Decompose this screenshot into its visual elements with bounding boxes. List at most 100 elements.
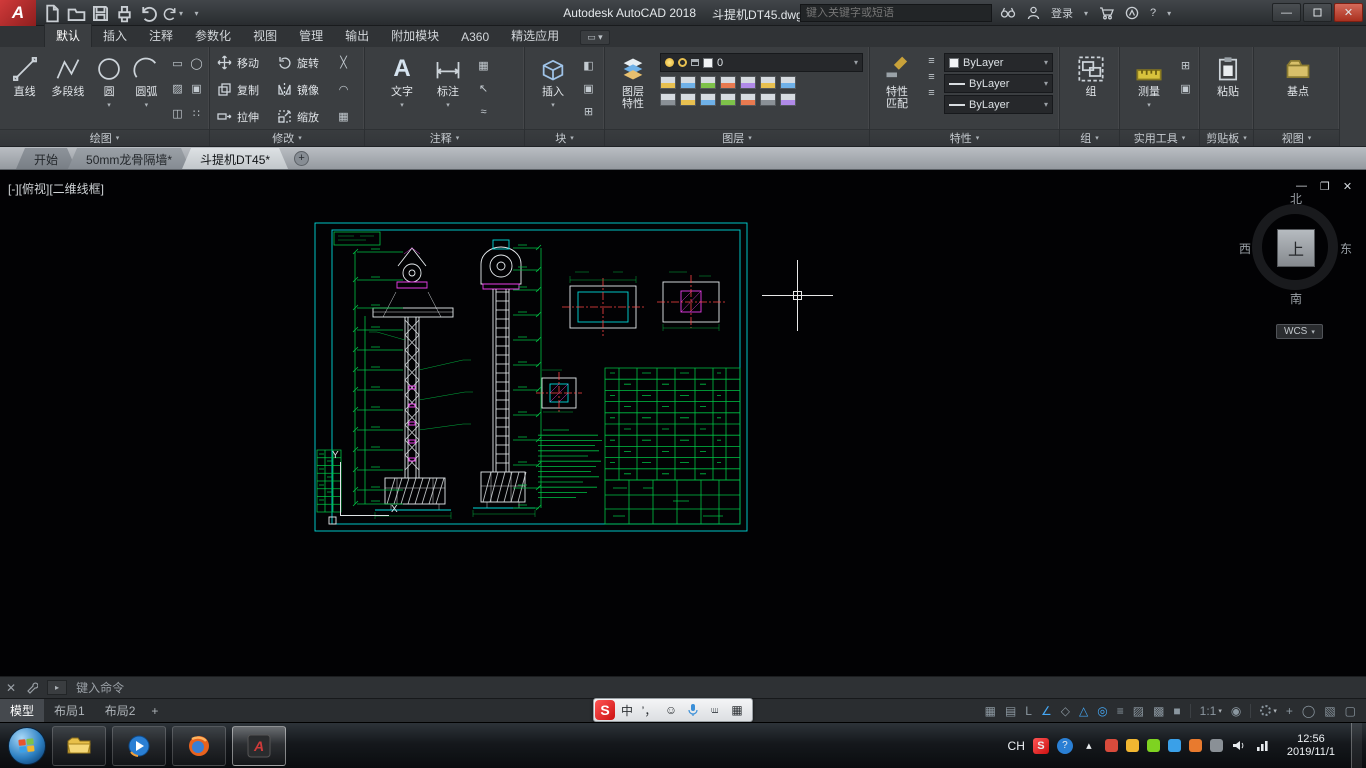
search-input[interactable]	[806, 7, 986, 19]
layout-tab-layout1[interactable]: 布局1	[44, 699, 95, 722]
tray-icon[interactable]	[1147, 739, 1160, 752]
arc-button[interactable]: 圆弧 ▾	[127, 50, 166, 129]
start-button[interactable]	[8, 727, 46, 765]
mirror-button[interactable]: 镜像	[275, 82, 335, 98]
redo-button[interactable]: ▾	[162, 3, 183, 23]
paste-button[interactable]: 粘贴	[1205, 50, 1251, 129]
app-store-cart-icon[interactable]	[1099, 6, 1114, 20]
scale-button[interactable]: 缩放	[275, 109, 335, 125]
new-layout-button[interactable]: +	[145, 704, 164, 718]
layer-tool-icon[interactable]	[780, 76, 796, 89]
ime-mic-icon[interactable]	[683, 700, 703, 720]
command-line[interactable]: ✕ ▸ 键入命令	[0, 676, 1366, 698]
graphics-performance-icon[interactable]: ▧	[1324, 704, 1335, 718]
panel-modify-label[interactable]: 修改▾	[210, 129, 364, 146]
transparency-toggle-icon[interactable]: ▨	[1133, 704, 1144, 718]
taskbar-media-player-button[interactable]	[112, 726, 166, 766]
text-style-icon[interactable]: ≈	[475, 103, 492, 120]
tray-icon[interactable]	[1126, 739, 1139, 752]
layer-tool-icon[interactable]	[680, 76, 696, 89]
object-snap-tracking-icon[interactable]: △	[1079, 704, 1088, 718]
layer-tool-icon[interactable]	[740, 93, 756, 106]
annotation-scale-button[interactable]: 1:1▾	[1200, 704, 1222, 718]
help-tray-icon[interactable]: ?	[1057, 738, 1073, 754]
tab-output[interactable]: 输出	[334, 24, 380, 47]
open-file-button[interactable]	[66, 3, 87, 23]
viewport-controls-label[interactable]: [-][俯视][二维线框]	[8, 180, 104, 197]
panel-annotate-label[interactable]: 注释▾	[365, 129, 524, 146]
annotation-visibility-icon[interactable]: ◉	[1231, 704, 1241, 718]
layer-tool-icon[interactable]	[780, 93, 796, 106]
dimension-button[interactable]: 标注 ▾	[425, 50, 471, 129]
tab-a360[interactable]: A360	[450, 27, 500, 47]
measure-button[interactable]: 测量 ▾	[1125, 50, 1173, 129]
group-button[interactable]: 组	[1067, 50, 1115, 129]
taskbar-autocad-button[interactable]: A	[232, 726, 286, 766]
taskbar-browser-button[interactable]	[172, 726, 226, 766]
panel-layers-label[interactable]: 图层▾	[605, 129, 869, 146]
panel-clipboard-label[interactable]: 剪贴板▾	[1200, 129, 1253, 146]
layer-tool-icon[interactable]	[700, 76, 716, 89]
ortho-toggle-icon[interactable]: L	[1025, 704, 1032, 718]
rectangle-icon[interactable]: ▭	[169, 55, 186, 72]
customize-qat-button[interactable]: ▾	[186, 3, 207, 23]
fillet-icon[interactable]: ◠	[335, 81, 352, 98]
sogou-logo-icon[interactable]: S	[595, 700, 615, 720]
drawing-close-icon[interactable]: ✕	[1343, 180, 1352, 193]
tab-featured-apps[interactable]: 精选应用	[500, 24, 570, 47]
help-search[interactable]	[800, 4, 992, 22]
language-indicator[interactable]: CH	[1008, 739, 1025, 753]
list-icon[interactable]: ≡	[923, 55, 940, 67]
clean-screen-icon[interactable]: ▢	[1345, 704, 1356, 718]
tray-icon[interactable]	[1168, 739, 1181, 752]
file-tab-doc2[interactable]: 斗提机DT45*	[182, 148, 288, 169]
ellipse-icon[interactable]: ◯	[188, 55, 205, 72]
layer-tool-icon[interactable]	[720, 93, 736, 106]
move-button[interactable]: 移动	[215, 55, 275, 71]
layer-tool-icon[interactable]	[760, 93, 776, 106]
drawing-restore-icon[interactable]: ❐	[1320, 180, 1330, 193]
viewcube-top-face[interactable]: 上	[1277, 229, 1315, 267]
signin-person-icon[interactable]	[1027, 6, 1040, 20]
ime-language-toggle[interactable]: 中	[617, 700, 637, 720]
array-icon[interactable]: ▦	[335, 108, 352, 125]
edit-block-icon[interactable]: ▣	[580, 80, 597, 97]
object-snap-icon[interactable]: ◎	[1097, 704, 1107, 718]
linetype-combo[interactable]: ByLayer ▾	[944, 95, 1053, 114]
plus-icon[interactable]: +	[1286, 704, 1293, 718]
ime-keyboard-icon[interactable]	[705, 700, 725, 720]
rotate-button[interactable]: 旋转	[275, 55, 335, 71]
base-point-button[interactable]: 基点	[1271, 50, 1325, 129]
tab-annotate[interactable]: 注释	[138, 24, 184, 47]
tab-addins[interactable]: 附加模块	[380, 24, 450, 47]
panel-utilities-label[interactable]: 实用工具▾	[1120, 129, 1199, 146]
create-block-icon[interactable]: ◧	[580, 57, 597, 74]
taskbar-clock[interactable]: 12:56 2019/11/1	[1279, 733, 1343, 759]
hidden-icons-arrow[interactable]: ▴	[1081, 738, 1097, 754]
viewcube-west[interactable]: 西	[1239, 240, 1251, 257]
leader-icon[interactable]: ↖	[475, 80, 492, 97]
table-icon[interactable]: ▦	[475, 57, 492, 74]
ime-emoji-icon[interactable]: ☺	[661, 700, 681, 720]
layer-tool-icon[interactable]	[680, 93, 696, 106]
region-icon[interactable]: ◫	[169, 105, 186, 122]
a360-icon[interactable]	[1125, 6, 1139, 20]
layer-tool-icon[interactable]	[660, 76, 676, 89]
sogou-tray-icon[interactable]: S	[1033, 738, 1049, 754]
plot-button[interactable]	[114, 3, 135, 23]
lineweight-toggle-icon[interactable]: ≡	[1117, 704, 1124, 718]
layer-tool-icon[interactable]	[760, 76, 776, 89]
trim-icon[interactable]: ╳	[335, 54, 352, 71]
match-properties-button[interactable]: 特性 匹配	[875, 50, 919, 129]
lineweight-combo[interactable]: ByLayer ▾	[944, 74, 1053, 93]
tray-icon[interactable]	[1105, 739, 1118, 752]
file-tab-doc1[interactable]: 50mm龙骨隔墙*	[68, 148, 190, 169]
ribbon-display-toggle[interactable]: ▭ ▾	[580, 30, 610, 45]
layer-tool-icon[interactable]	[720, 76, 736, 89]
drawing-area[interactable]: [-][俯视][二维线框] — ❐ ✕	[0, 170, 1366, 676]
layer-combo[interactable]: 0 ▾	[660, 53, 863, 72]
layer-tool-icon[interactable]	[700, 93, 716, 106]
tab-parametric[interactable]: 参数化	[184, 24, 242, 47]
object-color-combo[interactable]: ByLayer ▾	[944, 53, 1053, 72]
polar-tracking-icon[interactable]: ∠	[1041, 704, 1052, 718]
